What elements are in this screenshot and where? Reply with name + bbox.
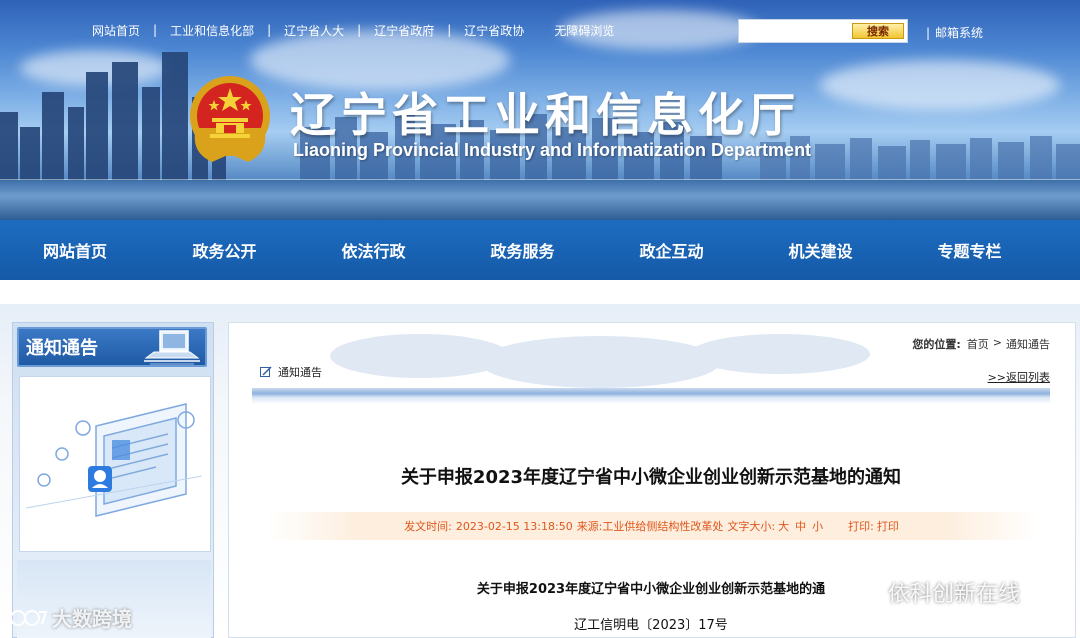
top-link-provincial-congress[interactable]: 辽宁省人大 [284,22,344,39]
meta-time: 2023-02-15 13:18:50 [455,519,573,533]
site-subtitle: Liaoning Provincial Industry and Informa… [293,140,812,160]
section-tag: 通知通告 [260,364,322,380]
divider: | [267,23,272,37]
print-link[interactable]: 打印 [877,518,899,534]
article-meta: 发文时间: 2023-02-15 13:18:50 来源: 工业供给侧结构性改革… [268,512,1038,540]
top-link-accessibility[interactable]: 无障碍浏览 [554,22,614,39]
laptop-icon [144,330,200,365]
breadcrumb: 您的位置: 首页 > 通知通告 [912,336,1050,352]
nav-item-law-administration[interactable]: 依法行政 [299,220,448,280]
top-link-miit[interactable]: 工业和信息化部 [170,22,254,39]
nav-item-interaction[interactable]: 政企互动 [597,220,746,280]
section-tag-label: 通知通告 [278,366,322,379]
watermark-left-text: 大数跨境 [52,607,132,631]
watermark-right: 依科创新在线 [846,576,1020,608]
nav-item-government-affairs[interactable]: 政务公开 [150,220,299,280]
nav-item-organization[interactable]: 机关建设 [746,220,895,280]
top-link-cppcc[interactable]: 辽宁省政协 [464,22,524,39]
divider: | [357,23,362,37]
nav-item-topics[interactable]: 专题专栏 [895,220,1044,280]
header-gap [0,280,1080,304]
meta-source-label: 来源: [576,520,603,533]
document-number: 辽工信明电〔2023〕17号 [574,618,728,633]
top-link-bar: 网站首页 | 工业和信息化部 | 辽宁省人大 | 辽宁省政府 | 辽宁省政协 |… [92,21,614,39]
nav-item-government-services[interactable]: 政务服务 [448,220,597,280]
main-nav: 网站首页 政务公开 依法行政 政务服务 政企互动 机关建设 专题专栏 [0,220,1080,280]
wechat-icon [847,579,881,605]
breadcrumb-home[interactable]: 首页 [967,336,989,352]
site-title: 辽宁省工业和信息化厅 [290,88,800,142]
back-to-list-link[interactable]: >>返回列表 [988,369,1050,385]
search-box: 搜索 [738,19,908,43]
watermark-logo-icon [10,609,48,626]
title-rule [252,388,1050,404]
breadcrumb-separator: > [992,336,1002,349]
divider: | [447,23,452,37]
national-emblem-icon [190,76,270,162]
top-link-home[interactable]: 网站首页 [92,22,140,39]
breadcrumb-label: 您的位置: [912,338,961,351]
meta-font-size-label: 文字大小: [727,520,776,533]
meta-source: 工业供给侧结构性改革处 [602,520,724,533]
breadcrumb-notices[interactable]: 通知通告 [1006,336,1050,352]
search-input[interactable] [741,22,849,40]
nav-item-home[interactable]: 网站首页 [0,220,150,280]
meta-time-label: 发文时间: [404,520,452,533]
search-button[interactable]: 搜索 [852,23,904,39]
meta-print-label: 打印: [848,520,874,533]
watermark-right-text: 依科创新在线 [888,582,1021,607]
font-size-medium[interactable]: 中 [795,518,806,534]
world-map-decoration [330,334,870,388]
watermark-left: 大数跨境 [8,603,132,632]
mail-system-link[interactable]: 邮箱系统 [926,24,983,41]
water-reflection [0,180,1080,220]
sidebar-title: 通知通告 [26,338,98,359]
font-size-small[interactable]: 小 [812,518,823,534]
divider: | [153,23,158,37]
edit-icon [260,366,272,377]
font-size-large[interactable]: 大 [778,518,789,534]
top-link-provincial-government[interactable]: 辽宁省政府 [374,22,434,39]
notice-illustration [26,403,202,517]
article-title: 关于申报2023年度辽宁省中小微企业创业创新示范基地的通知 [400,467,902,488]
